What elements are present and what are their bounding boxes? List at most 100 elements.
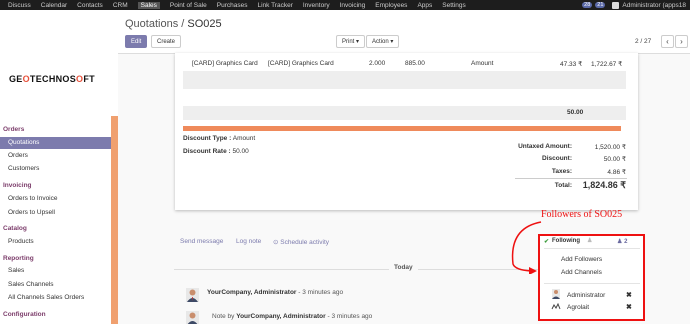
- follower-administrator[interactable]: Administrator: [567, 292, 605, 299]
- discount-rate-value[interactable]: 50.00: [232, 148, 248, 155]
- avatar: [612, 1, 620, 9]
- create-button[interactable]: Create: [151, 35, 182, 48]
- sidebar-item-orders-to-invoice[interactable]: Orders to Invoice: [0, 193, 111, 205]
- send-message-button[interactable]: Send message: [180, 238, 223, 245]
- sidebar-accent-bar: [111, 116, 118, 324]
- total-divider: [515, 178, 627, 179]
- message-2-time: - 3 minutes ago: [327, 313, 373, 320]
- schedule-activity-button[interactable]: ⊙ Schedule activity: [273, 238, 329, 246]
- follower-avatar: [552, 289, 560, 299]
- pager-value: 2 / 27: [635, 38, 652, 45]
- sidebar-item-products[interactable]: Products: [0, 236, 111, 248]
- messages-badge[interactable]: 28: [582, 2, 593, 8]
- line-discount-type[interactable]: Amount: [471, 60, 493, 67]
- clock-icon: ⊙: [273, 239, 279, 246]
- line-quantity[interactable]: 2.000: [369, 60, 385, 67]
- message-1-time: - 3 minutes ago: [298, 289, 344, 296]
- sidebar-item-orders-to-upsell[interactable]: Orders to Upsell: [0, 207, 111, 219]
- schedule-activity-label: Schedule activity: [280, 239, 330, 246]
- sidebar-item-customers[interactable]: Customers: [0, 163, 111, 175]
- breadcrumb[interactable]: Quotations /: [125, 18, 184, 30]
- discount-type-value[interactable]: Amount: [233, 135, 255, 142]
- sidebar-item-orders[interactable]: Orders: [0, 150, 111, 162]
- top-navbar: Discuss Calendar Contacts CRM Sales Poin…: [0, 0, 690, 10]
- section-invoicing: Invoicing: [3, 182, 32, 189]
- followers-count-button[interactable]: ♟ 2: [617, 238, 627, 245]
- discount-rate-label: Discount Rate :: [183, 148, 231, 155]
- activities-badge[interactable]: 21: [595, 2, 606, 8]
- line-product[interactable]: [CARD] Graphics Card: [192, 60, 258, 67]
- discount-rate-field: Discount Rate : 50.00: [183, 148, 249, 155]
- menu-link-tracker[interactable]: Link Tracker: [257, 2, 292, 9]
- line-taxes: 47.33 ₹: [560, 61, 583, 68]
- systray: 28 21 Administrator (apps18: [582, 1, 690, 9]
- edit-button[interactable]: Edit: [125, 35, 148, 48]
- menu-sales[interactable]: Sales: [137, 1, 160, 9]
- action-button[interactable]: Action ▾: [366, 35, 400, 48]
- user-menu[interactable]: Administrator (apps18: [612, 1, 686, 9]
- sidebar-item-quotations[interactable]: Quotations: [0, 137, 111, 149]
- log-note-button[interactable]: Log note: [236, 238, 261, 245]
- taxes-value: 4.86 ₹: [607, 169, 626, 176]
- add-followers-link[interactable]: Add Followers: [561, 256, 602, 263]
- record-name: SO025: [187, 18, 222, 30]
- message-1-author[interactable]: YourCompany, Administrator: [207, 289, 296, 296]
- message-2-author[interactable]: YourCompany, Administrator: [236, 313, 325, 320]
- taxes-label: Taxes:: [551, 168, 572, 175]
- follower-agrolait[interactable]: Agrolait: [567, 304, 589, 311]
- section-orders: Orders: [3, 126, 25, 133]
- sidebar-item-sales[interactable]: Sales: [0, 265, 111, 277]
- sidebar-item-all-channels-sales-orders[interactable]: All Channels Sales Orders: [0, 292, 111, 304]
- menu-apps[interactable]: Apps: [417, 2, 432, 9]
- following-button[interactable]: Following: [552, 238, 580, 244]
- empty-line-row: [183, 71, 626, 89]
- progress-accent-line: [183, 126, 621, 131]
- menu-invoicing[interactable]: Invoicing: [340, 2, 366, 9]
- pager-next-button[interactable]: ›: [675, 35, 688, 48]
- followers-divider: [544, 248, 640, 249]
- section-reporting: Reporting: [3, 255, 34, 262]
- followers-annotation: Followers of SO025: [541, 209, 623, 220]
- menu-contacts[interactable]: Contacts: [77, 2, 103, 9]
- followers-list-divider: [544, 283, 640, 284]
- menu-settings[interactable]: Settings: [442, 2, 466, 9]
- print-button[interactable]: Print ▾: [336, 35, 366, 48]
- menu-crm[interactable]: CRM: [113, 2, 128, 9]
- bell-icon[interactable]: ♟: [587, 237, 592, 244]
- section-catalog: Catalog: [3, 225, 27, 232]
- sidebar-item-sales-channels[interactable]: Sales Channels: [0, 279, 111, 291]
- total-label: Total:: [554, 182, 572, 189]
- menu-inventory[interactable]: Inventory: [303, 2, 330, 9]
- untaxed-amount-label: Untaxed Amount:: [518, 143, 572, 150]
- today-label: Today: [389, 264, 418, 271]
- main-menu: Discuss Calendar Contacts CRM Sales Poin…: [0, 1, 476, 9]
- line-description[interactable]: [CARD] Graphics Card: [268, 60, 334, 67]
- message-2: Note by YourCompany, Administrator - 3 m…: [212, 313, 372, 320]
- discount-value: 50.00 ₹: [603, 156, 626, 163]
- menu-employees[interactable]: Employees: [375, 2, 407, 9]
- line-unit-price[interactable]: 885.00: [405, 60, 425, 67]
- menu-calendar[interactable]: Calendar: [41, 2, 67, 9]
- followers-count: 2: [624, 239, 628, 245]
- pager-previous-button[interactable]: ‹: [661, 35, 674, 48]
- user-name: Administrator (apps18: [622, 1, 686, 9]
- remove-follower-icon[interactable]: ✖: [626, 291, 632, 299]
- section-configuration: Configuration: [3, 311, 46, 318]
- remove-follower-icon[interactable]: ✖: [626, 303, 632, 311]
- message-2-prefix: Note by: [212, 313, 235, 320]
- discount-type-label: Discount Type :: [183, 135, 232, 142]
- add-channels-link[interactable]: Add Channels: [561, 269, 602, 276]
- users-icon: ♟: [617, 239, 623, 245]
- menu-purchases[interactable]: Purchases: [217, 2, 248, 9]
- line-subtotal: 1,722.67 ₹: [591, 61, 623, 68]
- menu-discuss[interactable]: Discuss: [8, 2, 31, 9]
- check-icon: ✔: [544, 239, 550, 245]
- company-logo: GEOTECHNOSOFT: [9, 74, 95, 84]
- note-author-avatar: [186, 311, 199, 324]
- message-1: YourCompany, Administrator - 3 minutes a…: [207, 289, 343, 296]
- agrolait-logo-icon: [551, 303, 561, 310]
- total-value: 1,824.86 ₹: [582, 180, 626, 190]
- menu-point-of-sale[interactable]: Point of Sale: [170, 2, 207, 9]
- discount-label: Discount:: [542, 155, 572, 162]
- section-total-row: [183, 106, 626, 120]
